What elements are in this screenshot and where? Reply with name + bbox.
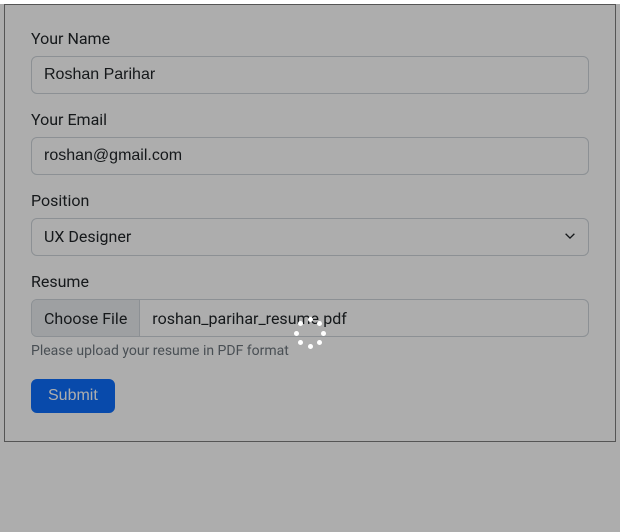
submit-button[interactable]: Submit [31,379,115,413]
resume-group: Resume Choose File roshan_parihar_resume… [31,272,589,359]
form-panel: Your Name Your Email Position UX Designe… [4,4,616,442]
name-label: Your Name [31,29,589,48]
email-input[interactable] [31,137,589,175]
position-selected-value: UX Designer [44,227,131,246]
name-group: Your Name [31,29,589,94]
position-label: Position [31,191,589,210]
name-input[interactable] [31,56,589,94]
resume-label: Resume [31,272,589,291]
position-select[interactable]: UX Designer [31,218,589,256]
position-group: Position UX Designer [31,191,589,256]
choose-file-button[interactable]: Choose File [32,300,140,336]
resume-filename: roshan_parihar_resume.pdf [140,300,588,336]
email-group: Your Email [31,110,589,175]
position-select-wrapper: UX Designer [31,218,589,256]
email-label: Your Email [31,110,589,129]
resume-file-input[interactable]: Choose File roshan_parihar_resume.pdf [31,299,589,337]
resume-help-text: Please upload your resume in PDF format [31,343,589,359]
